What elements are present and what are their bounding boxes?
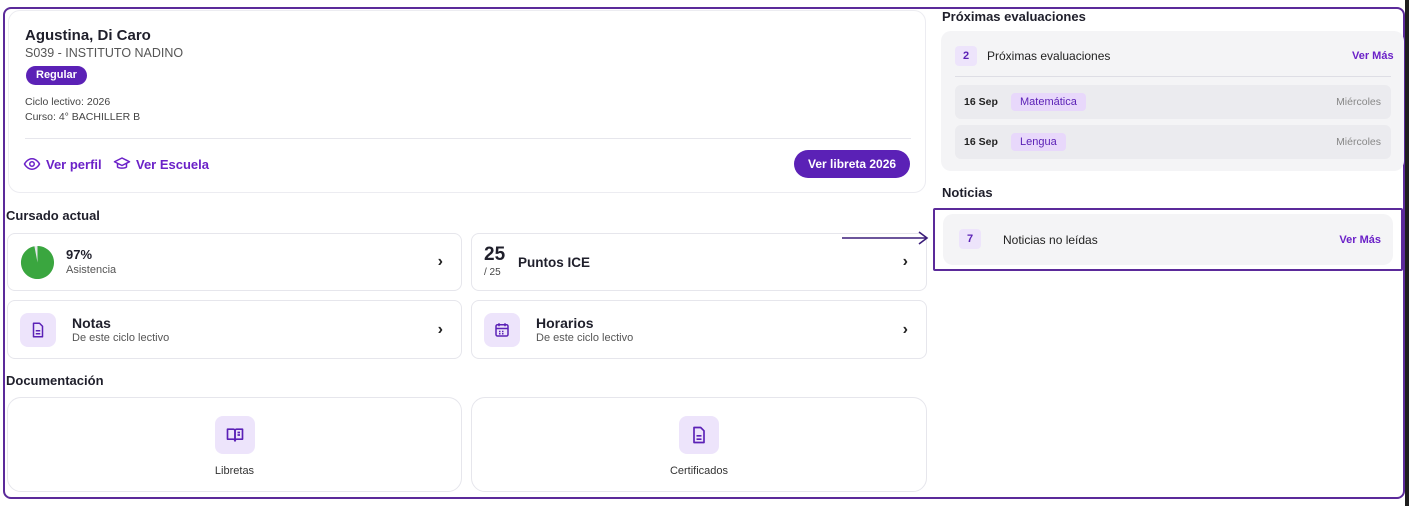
status-badge: Regular: [26, 66, 87, 85]
noticias-panel[interactable]: 7 Noticias no leídas Ver Más: [933, 208, 1403, 271]
evaluacion-day: Miércoles: [1336, 96, 1381, 108]
documentacion-title: Documentación: [6, 373, 104, 388]
certificados-label: Certificados: [669, 465, 729, 477]
chevron-right-icon: ›: [902, 320, 908, 338]
arrow-right-icon: [842, 231, 929, 245]
evaluacion-row[interactable]: 16 Sep Matemática Miércoles: [955, 85, 1391, 119]
evaluaciones-divider: [955, 76, 1391, 77]
calendar-icon: [495, 323, 509, 337]
ver-libreta-button[interactable]: Ver libreta 2026: [794, 150, 911, 178]
card-divider: [25, 138, 911, 139]
libretas-card[interactable]: Libretas: [7, 397, 462, 492]
evaluacion-day: Miércoles: [1336, 136, 1381, 148]
evaluaciones-section-title: Próximas evaluaciones: [942, 9, 1086, 24]
ver-perfil-label: Ver perfil: [46, 156, 102, 172]
evaluacion-date: 16 Sep: [964, 96, 998, 108]
noticias-ver-mas-link[interactable]: Ver Más: [1339, 234, 1381, 246]
chevron-right-icon: ›: [437, 253, 443, 270]
attendance-value: 97%: [66, 247, 93, 262]
evaluaciones-count: 2: [955, 46, 977, 66]
horarios-icon-box: [484, 313, 520, 347]
evaluaciones-ver-mas-link[interactable]: Ver Más: [1352, 50, 1394, 62]
certificados-card[interactable]: Certificados: [471, 397, 927, 492]
notas-icon-box: [20, 313, 56, 347]
notas-title: Notas: [72, 315, 111, 331]
ver-escuela-link[interactable]: Ver Escuela: [113, 155, 209, 173]
attendance-pie-icon: [20, 245, 55, 280]
window-edge: [1405, 0, 1409, 506]
ver-escuela-label: Ver Escuela: [136, 156, 209, 172]
chevron-right-icon: ›: [437, 320, 443, 338]
ice-label: Puntos ICE: [518, 255, 591, 270]
libretas-label: Libretas: [214, 465, 255, 477]
graduation-cap-icon: [113, 157, 131, 169]
student-card: Agustina, Di Caro S039 - INSTITUTO NADIN…: [8, 10, 926, 193]
libretas-icon-box: [214, 416, 255, 454]
noticias-inner: 7 Noticias no leídas Ver Más: [943, 214, 1393, 265]
cursado-title: Cursado actual: [6, 208, 100, 223]
evaluaciones-panel-label: Próximas evaluaciones: [987, 49, 1111, 63]
ice-max: / 25: [484, 267, 501, 278]
eye-icon: [23, 157, 41, 171]
certificados-icon-box: [679, 416, 719, 454]
ice-points: 25: [484, 244, 506, 265]
document-icon: [32, 322, 44, 338]
student-name: Agustina, Di Caro: [25, 27, 151, 44]
ciclo-lectivo: Ciclo lectivo: 2026: [25, 96, 111, 108]
evaluacion-row[interactable]: 16 Sep Lengua Miércoles: [955, 125, 1391, 159]
evaluacion-subject: Matemática: [1011, 93, 1086, 111]
horarios-tile[interactable]: Horarios De este ciclo lectivo ›: [471, 300, 927, 359]
horarios-subtitle: De este ciclo lectivo: [536, 332, 634, 344]
notas-subtitle: De este ciclo lectivo: [72, 332, 170, 344]
chevron-right-icon: ›: [902, 253, 908, 270]
noticias-section-title: Noticias: [942, 185, 993, 200]
noticias-label: Noticias no leídas: [1003, 233, 1098, 247]
noticias-count: 7: [959, 229, 981, 249]
attendance-tile[interactable]: 97% Asistencia ›: [7, 233, 462, 291]
notas-tile[interactable]: Notas De este ciclo lectivo ›: [7, 300, 462, 359]
school-name: S039 - INSTITUTO NADINO: [25, 46, 184, 60]
book-icon: [226, 428, 243, 442]
curso: Curso: 4° BACHILLER B: [25, 111, 141, 123]
evaluacion-date: 16 Sep: [964, 136, 998, 148]
document-icon: [693, 426, 705, 444]
horarios-title: Horarios: [536, 315, 594, 331]
attendance-label: Asistencia: [66, 264, 117, 276]
ver-perfil-link[interactable]: Ver perfil: [23, 155, 102, 173]
evaluacion-subject: Lengua: [1011, 133, 1066, 151]
